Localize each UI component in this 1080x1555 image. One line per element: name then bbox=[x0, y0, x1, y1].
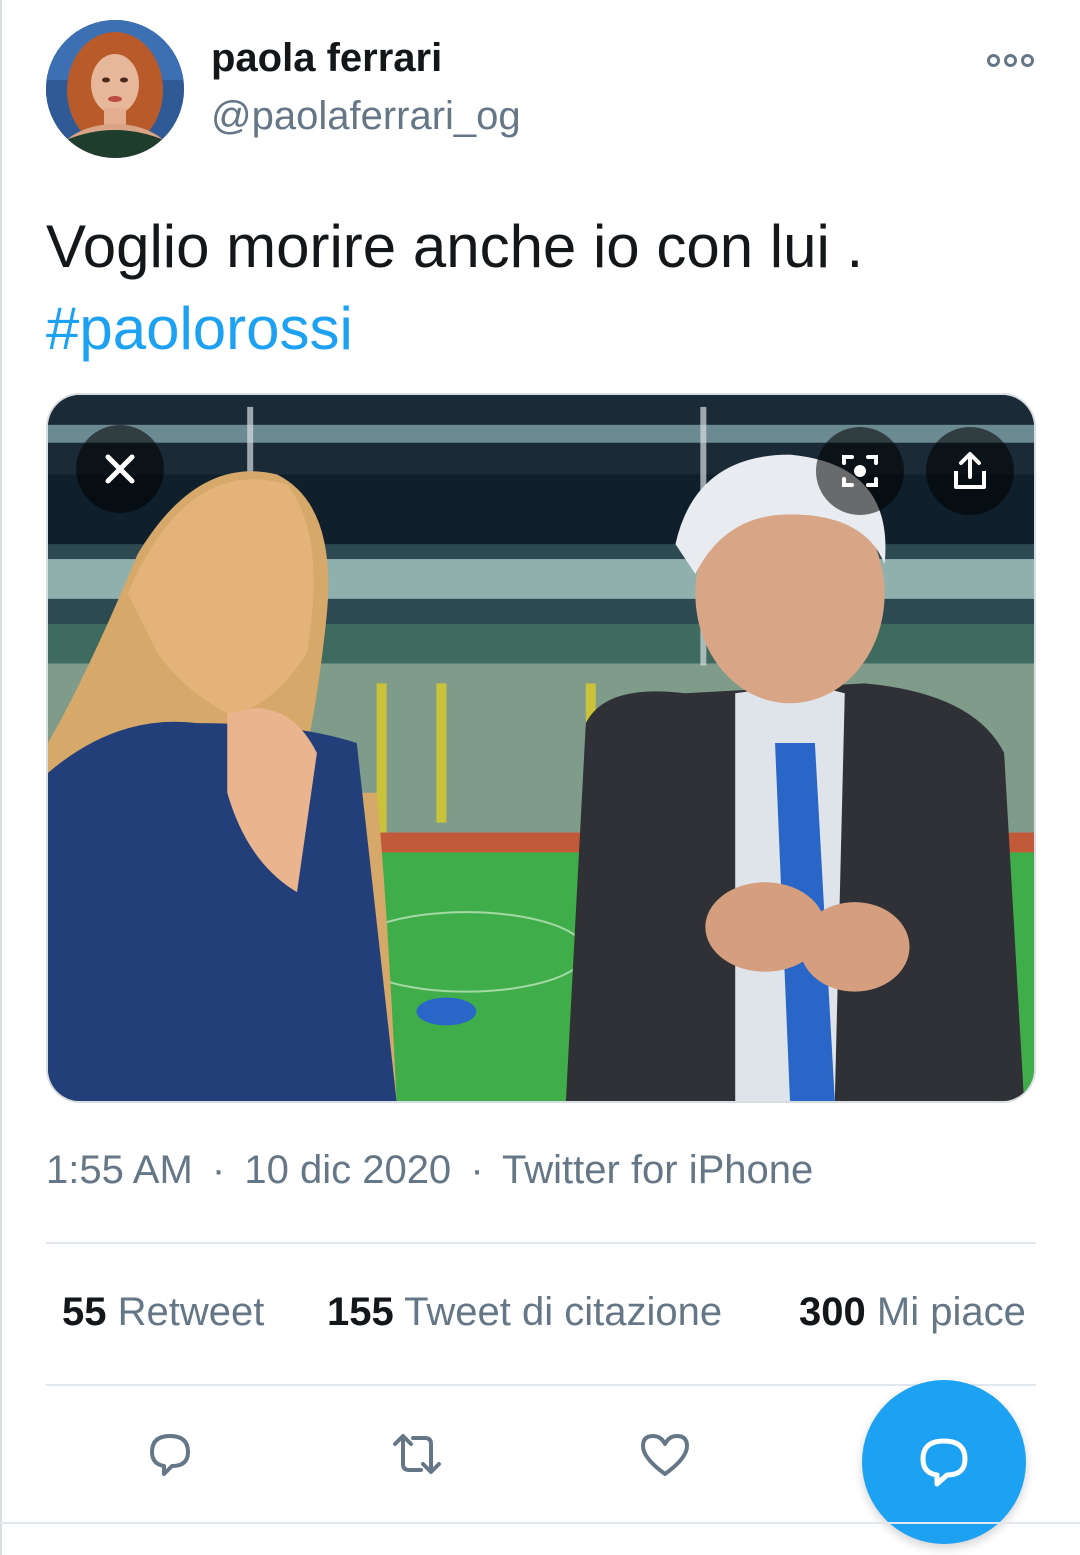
close-icon[interactable] bbox=[76, 425, 164, 513]
quotes-label: Tweet di citazione bbox=[404, 1290, 723, 1334]
lens-search-icon[interactable] bbox=[816, 427, 904, 515]
username[interactable]: @paolaferrari_og bbox=[211, 94, 521, 139]
bottom-divider bbox=[0, 1522, 1080, 1524]
tweet-body: Voglio morire anche io con lui . bbox=[46, 213, 864, 280]
quotes-stat[interactable]: 155 Tweet di citazione bbox=[327, 1290, 722, 1335]
avatar[interactable] bbox=[46, 20, 184, 158]
retweets-stat[interactable]: 55 Retweet bbox=[62, 1290, 264, 1335]
reply-button[interactable] bbox=[140, 1424, 200, 1484]
screen-edge bbox=[0, 0, 2, 1555]
tweet-date: 10 dic 2020 bbox=[244, 1148, 452, 1192]
retweet-icon bbox=[393, 1434, 441, 1474]
share-icon[interactable] bbox=[926, 427, 1014, 515]
retweets-count: 55 bbox=[62, 1290, 107, 1334]
likes-count: 300 bbox=[799, 1290, 866, 1334]
tweet-text: Voglio morire anche io con lui . #paolor… bbox=[46, 206, 1026, 370]
more-options-icon[interactable] bbox=[982, 40, 1038, 80]
meta-separator: · bbox=[211, 1148, 226, 1192]
tweet-meta: 1:55 AM · 10 dic 2020 · Twitter for iPho… bbox=[46, 1148, 813, 1193]
quotes-count: 155 bbox=[327, 1290, 394, 1334]
likes-stat[interactable]: 300 Mi piace bbox=[799, 1290, 1026, 1335]
reply-icon bbox=[150, 1434, 190, 1476]
tweet-source[interactable]: Twitter for iPhone bbox=[502, 1148, 813, 1192]
tweet-media[interactable] bbox=[46, 393, 1036, 1103]
hashtag-link[interactable]: #paolorossi bbox=[46, 288, 1026, 370]
retweet-button[interactable] bbox=[387, 1424, 447, 1484]
retweets-label: Retweet bbox=[117, 1290, 265, 1334]
meta-separator: · bbox=[470, 1148, 484, 1192]
divider bbox=[46, 1384, 1036, 1386]
like-button[interactable] bbox=[635, 1424, 695, 1484]
reply-fab-icon bbox=[920, 1438, 968, 1487]
heart-icon bbox=[641, 1434, 689, 1476]
divider bbox=[46, 1242, 1036, 1244]
display-name[interactable]: paola ferrari bbox=[211, 36, 442, 81]
likes-label: Mi piace bbox=[876, 1290, 1026, 1334]
tweet-time: 1:55 AM bbox=[46, 1148, 193, 1192]
reply-fab-button[interactable] bbox=[862, 1380, 1026, 1544]
